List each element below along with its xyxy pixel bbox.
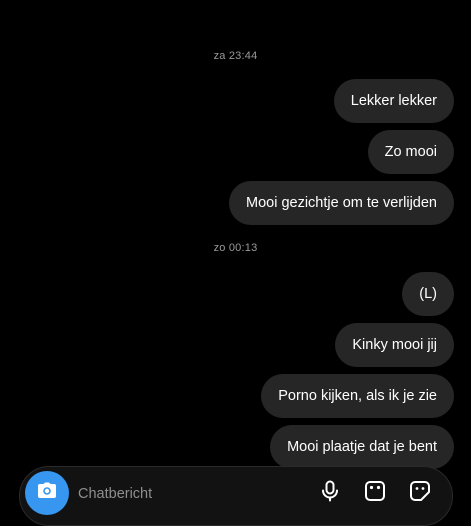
message-bubble[interactable]: Mooi plaatje dat je bent [270, 425, 454, 469]
microphone-icon [318, 479, 342, 508]
camera-icon [35, 479, 59, 508]
message-bubble[interactable]: (L) [402, 272, 454, 316]
sticker-icon [408, 479, 432, 508]
sticker-button[interactable] [406, 479, 434, 507]
gallery-icon [363, 479, 387, 508]
message-thread: za 23:44 Lekker lekker Zo mooi Mooi gezi… [0, 0, 471, 500]
timestamp: zo 00:13 [213, 242, 258, 254]
message-bubble[interactable]: Porno kijken, als ik je zie [261, 374, 454, 418]
message-composer [19, 466, 453, 526]
microphone-button[interactable] [316, 479, 344, 507]
message-bubble[interactable]: Lekker lekker [333, 79, 454, 123]
message-bubble[interactable]: Zo mooi [367, 130, 454, 174]
camera-button[interactable] [25, 471, 69, 515]
timestamp: za 23:44 [213, 50, 258, 62]
gallery-button[interactable] [361, 479, 389, 507]
message-input[interactable] [78, 483, 278, 505]
message-bubble[interactable]: Kinky mooi jij [335, 323, 454, 367]
message-bubble[interactable]: Mooi gezichtje om te verlijden [228, 181, 454, 225]
